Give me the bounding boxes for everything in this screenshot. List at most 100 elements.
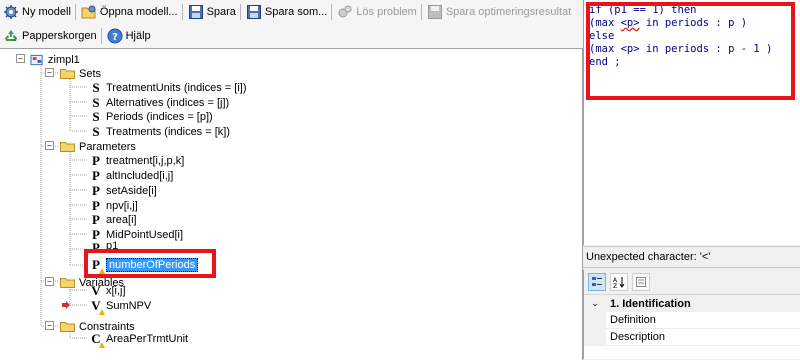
new-model-label: Ny modell: [22, 6, 71, 18]
tree-item-label: p1: [106, 240, 119, 250]
property-pages-icon: [636, 277, 646, 287]
warning-icon: [99, 267, 105, 274]
open-folder-icon: [81, 5, 96, 19]
parameter-icon: P: [92, 167, 100, 183]
property-gutter: [584, 312, 606, 329]
set-icon: S: [92, 123, 100, 139]
folder-icon: [60, 278, 75, 288]
tree-item-label: Alternatives (indices = [j]): [106, 96, 230, 109]
tree-connector-lines: [40, 66, 88, 339]
parameter-icon: P: [92, 211, 100, 227]
categorized-view-button[interactable]: [588, 273, 606, 291]
new-model-button[interactable]: Ny modell: [0, 1, 74, 23]
collapse-toggle[interactable]: −: [45, 277, 54, 286]
collapse-toggle[interactable]: −: [45, 68, 54, 77]
property-name: Description: [606, 329, 800, 346]
sort-az-icon: A Z: [613, 277, 625, 288]
collapse-icon[interactable]: ⌄: [584, 295, 606, 312]
gear-icon: [4, 5, 18, 19]
parameter-icon: P: [92, 152, 100, 168]
tree-item-constraint[interactable]: C AreaPerTrmtUnit: [90, 331, 188, 348]
main-toolbar: Ny modell Öppna modell... Spara Spara so…: [0, 0, 582, 24]
tree-item-set[interactable]: S TreatmentUnits (indices = [i]): [90, 79, 246, 95]
tree-item-label: setAside[i]: [106, 184, 157, 197]
help-label: Hjälp: [125, 30, 151, 42]
toolbar-separator: [181, 4, 183, 20]
parameter-icon: P: [92, 182, 100, 198]
toolbar-separator: [239, 4, 241, 20]
property-name: Definition: [606, 312, 800, 329]
tree-item-parameter[interactable]: P p1: [90, 240, 118, 250]
help-icon: ?: [107, 28, 123, 44]
collapse-toggle[interactable]: −: [16, 54, 25, 63]
set-icon: S: [92, 108, 100, 124]
warning-icon: [99, 308, 105, 315]
tree-root-node[interactable]: zimpl1: [30, 52, 80, 67]
constraint-warning-icon: C: [90, 331, 105, 348]
property-grid: A Z ⌄ 1. Identification Definition Descr…: [583, 270, 800, 359]
folder-icon: [60, 69, 75, 79]
categorized-icon: [592, 277, 602, 286]
parameters-label: Parameters: [79, 140, 136, 153]
expression-editor[interactable]: if (p1 == 1) then (max <p> in periods : …: [583, 0, 800, 245]
expression-code[interactable]: if (p1 == 1) then (max <p> in periods : …: [589, 4, 772, 69]
tree-item-parameter[interactable]: P area[i]: [90, 212, 137, 227]
toolbar-separator: [331, 4, 333, 20]
tree-item-set[interactable]: S Alternatives (indices = [j]): [90, 95, 229, 110]
help-button[interactable]: ? Hjälp: [104, 25, 154, 47]
open-model-label: Öppna modell...: [99, 6, 178, 18]
tree-item-label: area[i]: [106, 213, 137, 226]
arrow-right-icon: [62, 301, 70, 309]
error-token: <p>: [620, 17, 640, 29]
property-gutter: [584, 329, 606, 346]
collapse-toggle[interactable]: −: [45, 321, 54, 330]
variable-icon: V: [91, 282, 101, 298]
property-pages-button[interactable]: [632, 273, 650, 291]
secondary-toolbar: Papperskorgen ? Hjälp: [0, 24, 582, 48]
save-button[interactable]: Spara: [185, 1, 239, 23]
save-as-button[interactable]: Spara som...: [243, 1, 330, 23]
tree-item-parameter[interactable]: P altIncluded[i,j]: [90, 168, 173, 183]
tree-item-label: altIncluded[i,j]: [106, 169, 174, 182]
tree-item-set[interactable]: S Treatments (indices = [k]): [90, 124, 230, 139]
property-category[interactable]: ⌄ 1. Identification: [584, 295, 800, 312]
tree-item-label: treatment[i,j,p,k]: [106, 154, 185, 167]
svg-text:?: ?: [112, 32, 118, 43]
tree-item-label: MidPointUsed[i]: [106, 228, 184, 241]
tree-item-label: Treatments (indices = [k]): [106, 125, 230, 138]
tree-item-label: SumNPV: [106, 299, 152, 312]
save-results-label: Spara optimeringsresultat: [445, 6, 572, 18]
parameter-warning-icon: P: [90, 257, 105, 274]
open-model-button[interactable]: Öppna modell...: [78, 1, 181, 23]
save-results-button[interactable]: Spara optimeringsresultat: [424, 1, 574, 23]
tree-item-label: x[i,j]: [106, 284, 126, 297]
code-line: end ;: [589, 56, 621, 68]
floppy-disk-icon: [246, 5, 261, 19]
code-line: (max <p> in periods : p - 1 ): [589, 43, 773, 55]
right-panel: if (p1 == 1) then (max <p> in periods : …: [583, 0, 800, 359]
solve-problem-button[interactable]: Lös problem: [334, 1, 420, 23]
tree-item-parameter[interactable]: P treatment[i,j,p,k]: [90, 153, 184, 168]
tree-item-parameter[interactable]: P setAside[i]: [90, 183, 157, 198]
error-status: Unexpected character: '<': [583, 246, 800, 268]
code-fragment: (max: [589, 17, 621, 29]
collapse-toggle[interactable]: −: [45, 141, 54, 150]
alphabetical-view-button[interactable]: A Z: [610, 273, 628, 291]
tree-root-label: zimpl1: [48, 53, 80, 66]
floppy-disk-icon: [188, 5, 203, 19]
gears-icon: [338, 5, 352, 18]
set-icon: S: [92, 79, 100, 95]
tree-item-parameter-selected[interactable]: P numberOfPeriods: [90, 257, 199, 274]
tree-item-variable[interactable]: V x[i,j]: [90, 282, 126, 298]
recycle-bin-button[interactable]: Papperskorgen: [0, 25, 100, 47]
error-message: Unexpected character: '<': [586, 251, 711, 263]
tree-item-label: Periods (indices = [p]): [106, 110, 213, 123]
tree-item-label: npv[i,j]: [106, 199, 138, 212]
parameter-icon: P: [92, 240, 100, 250]
tree-item-set[interactable]: S Periods (indices = [p]): [90, 108, 213, 124]
solve-problem-label: Lös problem: [356, 6, 417, 18]
property-row[interactable]: Description: [584, 329, 800, 346]
code-line: else: [589, 30, 615, 42]
property-row[interactable]: Definition: [584, 312, 800, 329]
tree-item-variable[interactable]: V SumNPV: [90, 298, 152, 315]
